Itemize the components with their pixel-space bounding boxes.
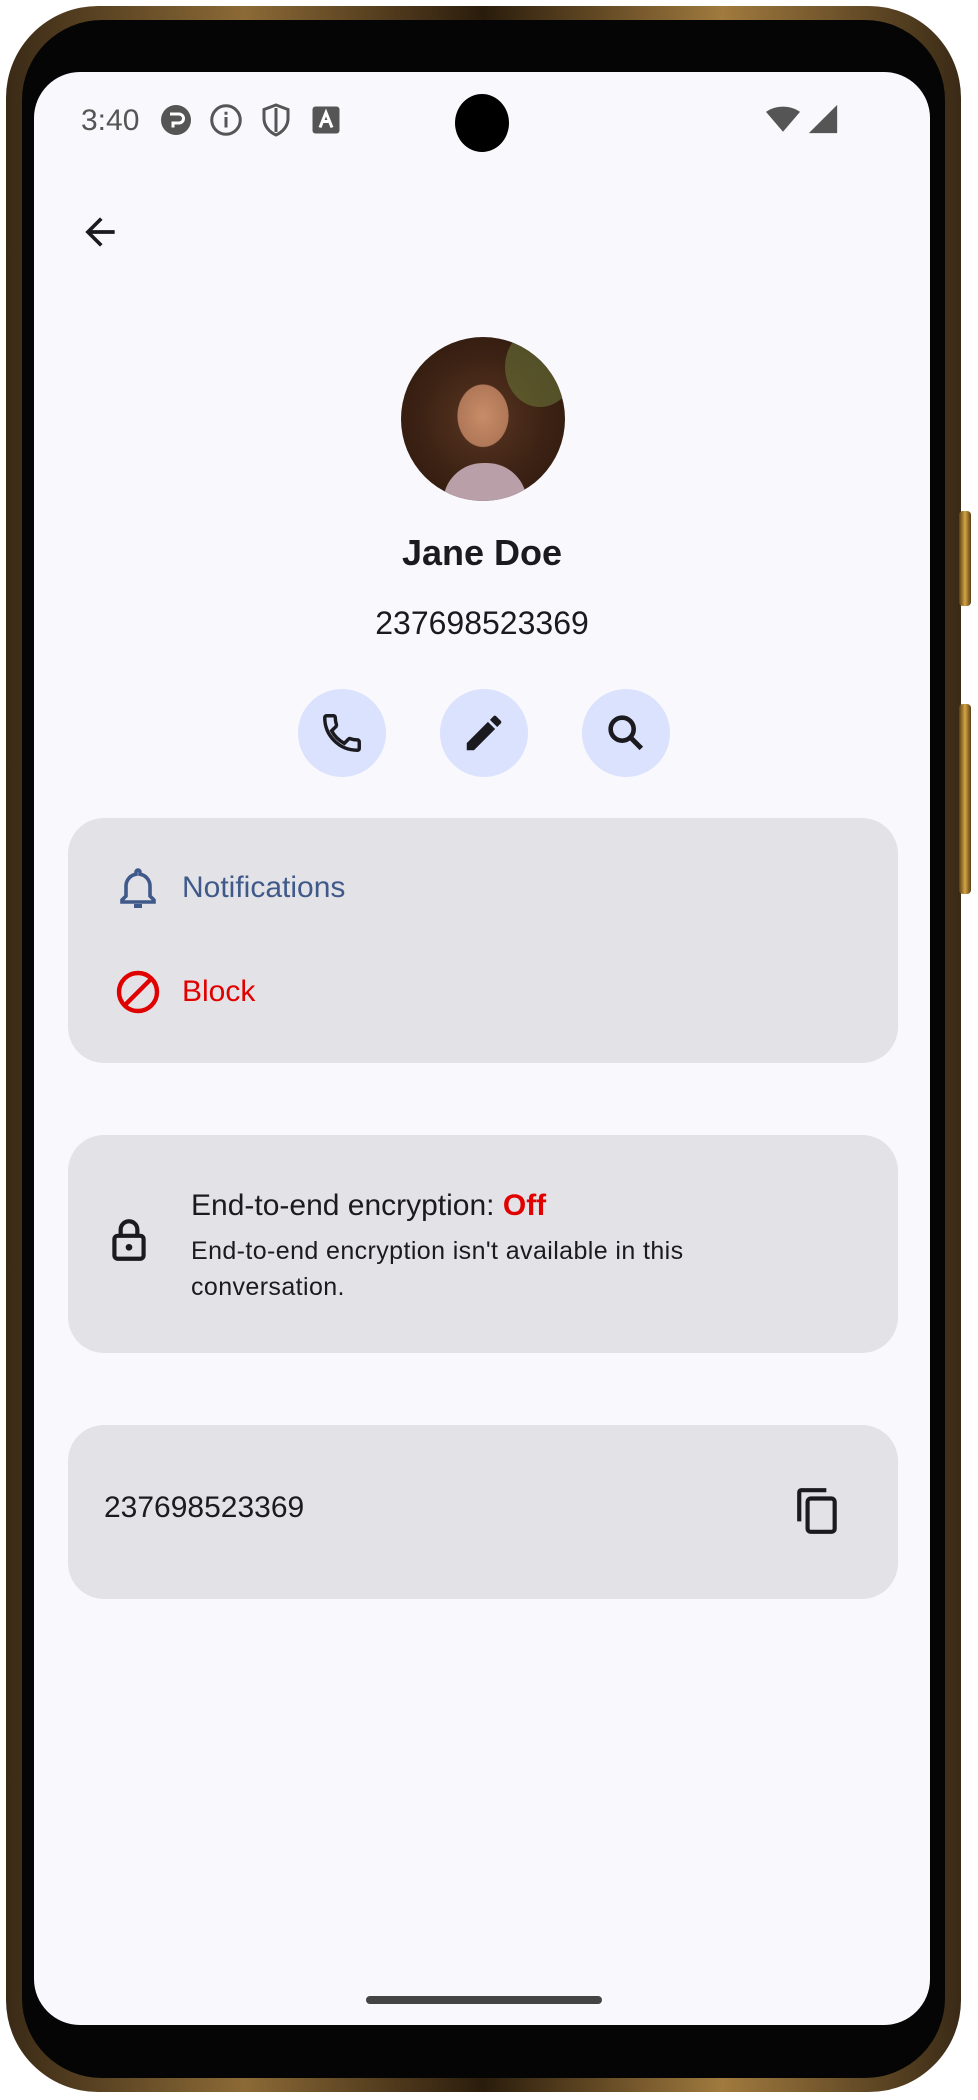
back-button[interactable]: [70, 202, 130, 262]
keyboard-a-icon: [312, 106, 340, 134]
contact-avatar: [401, 337, 565, 501]
phone-icon: [323, 714, 361, 752]
info-icon: [210, 104, 242, 136]
avatar-background: [505, 337, 565, 407]
notifications-option[interactable]: Notifications: [114, 864, 345, 912]
search-button[interactable]: [582, 689, 670, 777]
front-camera: [455, 94, 509, 152]
encryption-title: End-to-end encryption: Off: [191, 1189, 546, 1223]
contact-number: 237698523369: [375, 605, 589, 641]
encryption-card: End-to-end encryption: Off End-to-end en…: [68, 1135, 898, 1353]
block-option[interactable]: Block: [114, 968, 255, 1016]
block-label: Block: [182, 975, 256, 1008]
home-indicator[interactable]: [366, 1996, 602, 2004]
status-right-icons: [766, 102, 840, 136]
number-card: 237698523369: [68, 1425, 898, 1599]
power-button: [959, 704, 971, 894]
search-icon: [608, 715, 644, 751]
bell-icon: [120, 868, 156, 908]
edit-button[interactable]: [440, 689, 528, 777]
action-buttons: [298, 689, 670, 777]
pencil-icon: [466, 715, 502, 751]
call-button[interactable]: [298, 689, 386, 777]
block-icon: [116, 970, 160, 1014]
number-card-value: 237698523369: [104, 1491, 305, 1524]
screen: 3:40 Jane Doe 237698523369 Notifications…: [34, 72, 930, 2025]
notifications-label: Notifications: [182, 871, 346, 904]
cell-signal-icon: [808, 104, 838, 134]
encryption-description: End-to-end encryption isn't available in…: [191, 1237, 684, 1301]
volume-button: [959, 511, 971, 606]
encryption-status: Off: [502, 1189, 547, 1222]
encryption-title-prefix: End-to-end encryption:: [191, 1189, 503, 1222]
lock-icon: [112, 1219, 146, 1261]
message-badge-icon: [161, 105, 191, 135]
avatar-shirt: [443, 463, 527, 501]
arrow-back-icon: [85, 217, 115, 247]
shield-icon: [262, 103, 290, 137]
status-left-icons: [158, 102, 344, 138]
wifi-icon: [766, 106, 800, 132]
status-time: 3:40: [81, 104, 140, 137]
contact-name: Jane Doe: [401, 532, 563, 573]
copy-button[interactable]: [788, 1481, 848, 1541]
options-card: Notifications Block: [68, 818, 898, 1063]
copy-icon: [797, 1488, 837, 1534]
